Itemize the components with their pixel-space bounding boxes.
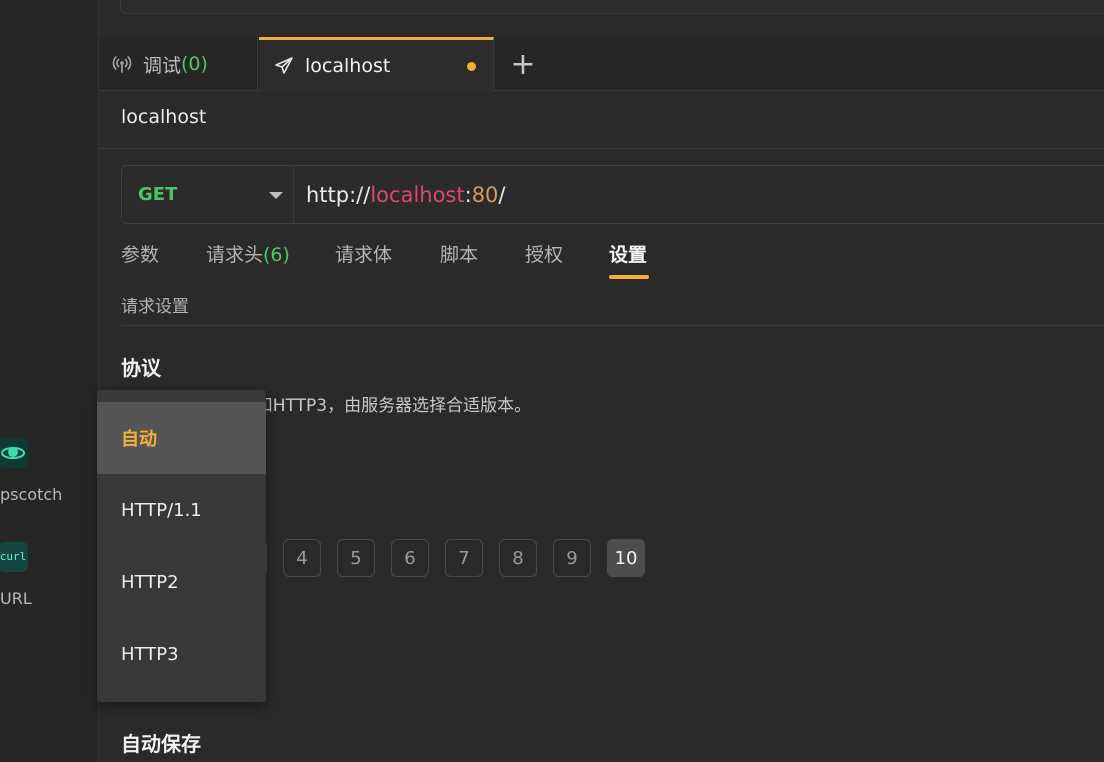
tab-scripts[interactable]: 脚本 [440, 240, 478, 267]
left-rail: pscotch curl URL [0, 0, 99, 762]
tab-headers-label: 请求头 [206, 244, 264, 266]
curl-icon[interactable]: curl [0, 542, 28, 572]
send-icon [273, 55, 295, 77]
url-scheme: http:// [306, 182, 371, 207]
settings-heading: 请求设置 [121, 297, 189, 317]
url-bar: GET http://localhost:80/ [121, 165, 1104, 224]
top-panel [120, 0, 1104, 14]
caret-down-icon [269, 192, 283, 199]
method-label: GET [138, 184, 178, 205]
add-tab-button[interactable]: + [503, 37, 543, 91]
tab-localhost-label: localhost [305, 54, 391, 77]
number-selector: 3 4 5 6 7 8 9 10 [229, 539, 645, 577]
protocol-option-auto[interactable]: 自动 [97, 402, 266, 474]
number-option[interactable]: 6 [391, 539, 429, 577]
divider [121, 325, 1104, 326]
protocol-option-http3[interactable]: HTTP3 [97, 618, 266, 690]
tab-localhost[interactable]: localhost [259, 37, 494, 91]
request-subtabs: 参数 请求头(6) 请求体 脚本 授权 设置 [121, 240, 921, 282]
number-option[interactable]: 9 [553, 539, 591, 577]
url-input[interactable]: http://localhost:80/ [294, 166, 506, 223]
tab-debug-count: (0) [181, 53, 208, 75]
tab-settings-label: 设置 [609, 244, 648, 266]
number-option[interactable]: 5 [337, 539, 375, 577]
unsaved-indicator [467, 62, 476, 71]
autosave-title: 自动保存 [121, 732, 201, 756]
request-name[interactable]: localhost [121, 106, 206, 128]
protocol-dropdown: 自动 HTTP/1.1 HTTP2 HTTP3 [97, 390, 266, 702]
number-option[interactable]: 8 [499, 539, 537, 577]
hoppscotch-icon[interactable] [0, 438, 28, 468]
protocol-title: 协议 [121, 356, 161, 380]
request-tab-bar: 调试 (0) localhost + [99, 37, 1104, 91]
tab-headers[interactable]: 请求头(6) [206, 240, 290, 267]
rail-label-curl[interactable]: URL [0, 589, 32, 608]
number-option-selected[interactable]: 10 [607, 539, 645, 577]
tab-debug-label: 调试 [143, 54, 182, 77]
number-option[interactable]: 7 [445, 539, 483, 577]
method-select[interactable]: GET [122, 166, 294, 223]
tab-settings[interactable]: 设置 [609, 240, 649, 279]
tab-headers-count: (6) [263, 244, 290, 266]
protocol-option-http2[interactable]: HTTP2 [97, 546, 266, 618]
broadcast-icon [111, 53, 133, 75]
tab-params[interactable]: 参数 [121, 240, 159, 267]
protocol-option-http1[interactable]: HTTP/1.1 [97, 474, 266, 546]
divider [99, 148, 1104, 149]
url-port: 80 [471, 182, 499, 207]
number-option[interactable]: 4 [283, 539, 321, 577]
tab-debug[interactable]: 调试 (0) [99, 37, 258, 91]
active-tab-indicator [609, 275, 649, 279]
url-host: localhost [370, 182, 465, 207]
tab-body[interactable]: 请求体 [335, 240, 392, 267]
url-colon: : [464, 182, 472, 207]
tab-auth[interactable]: 授权 [525, 240, 563, 267]
url-path: / [498, 182, 506, 207]
rail-label-hoppscotch[interactable]: pscotch [0, 485, 62, 504]
